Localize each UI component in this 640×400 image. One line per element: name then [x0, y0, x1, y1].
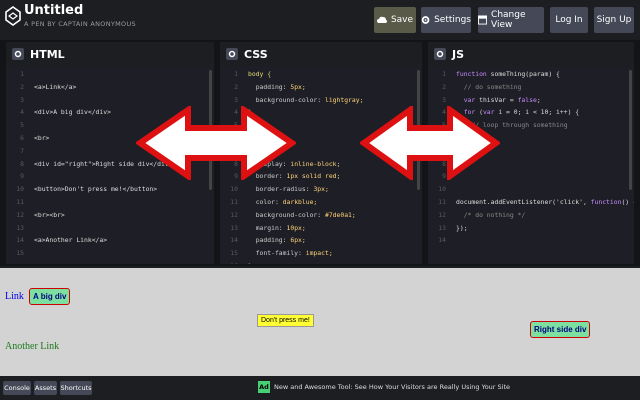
line-number: 12	[438, 210, 446, 219]
css-panel-header: CSS	[220, 42, 422, 66]
line-number: 10	[438, 185, 446, 194]
line-number: 13	[16, 223, 24, 232]
pen-author: A PEN BY CAPTAIN ANONYMOUS	[24, 20, 136, 28]
js-panel-header: JS	[428, 42, 634, 66]
code-text: border-radius: 3px;	[255, 185, 329, 194]
preview-another-link[interactable]: Another Link	[5, 341, 59, 352]
code-text: background-color: #7de0a1;	[255, 210, 356, 219]
css-panel-title: CSS	[244, 47, 268, 61]
line-number: 9	[20, 172, 24, 181]
line-number: 4	[20, 108, 24, 117]
code-text: background-color: lightgray;	[255, 95, 364, 104]
code-text: var thisVar = false;	[463, 95, 541, 104]
code-text: <br>	[34, 134, 50, 142]
line-number: 8	[20, 159, 24, 168]
line-number: 1	[234, 70, 238, 78]
gear-icon[interactable]	[434, 48, 446, 60]
code-text: function someThing(param) {	[456, 70, 560, 78]
line-number: 10	[16, 185, 24, 194]
bottom-bar: Console Assets Shortcuts Ad New and Awes…	[0, 376, 640, 400]
pen-title[interactable]: Untitled	[24, 3, 83, 18]
line-number: 11	[16, 198, 24, 206]
line-number: 1	[20, 70, 24, 78]
editor-scrollbar[interactable]	[629, 70, 632, 190]
line-number: 3	[20, 95, 24, 104]
result-preview[interactable]: Link A big div Don't press me! Right sid…	[0, 268, 640, 376]
shortcuts-button[interactable]: Shortcuts	[60, 381, 92, 395]
line-number: 2	[442, 82, 446, 91]
line-number: 3	[442, 95, 446, 104]
gear-icon[interactable]	[226, 48, 238, 60]
line-number: 5	[20, 121, 24, 130]
settings-label: Settings	[434, 15, 471, 25]
code-text: <a>Link</a>	[34, 82, 77, 91]
cloud-icon	[376, 16, 387, 23]
line-number: 3	[234, 95, 238, 104]
preview-link[interactable]: Link	[5, 291, 24, 302]
line-number: 12	[230, 210, 238, 219]
preview-dont-press-button[interactable]: Don't press me!	[257, 314, 314, 327]
code-text: /* do nothing */	[456, 210, 526, 219]
line-number: 2	[234, 82, 238, 91]
log-in-button[interactable]: Log In	[550, 7, 588, 33]
log-in-label: Log In	[555, 15, 583, 25]
code-text: }	[248, 262, 252, 264]
line-number: 14	[230, 236, 238, 245]
line-number: 14	[438, 236, 446, 245]
line-number: 15	[230, 249, 238, 258]
line-number: 10	[230, 185, 238, 194]
settings-button[interactable]: Settings	[421, 7, 471, 33]
resize-horizontal-arrow-icon	[136, 106, 296, 180]
codepen-logo-icon	[5, 6, 21, 26]
sign-up-button[interactable]: Sign Up	[594, 7, 634, 33]
line-number: 13	[230, 223, 238, 232]
line-number: 14	[16, 236, 24, 245]
preview-right-side-div: Right side div	[530, 321, 591, 338]
code-text: padding: 6px;	[255, 236, 306, 245]
line-number: 13	[438, 223, 446, 232]
code-text: <div>A big div</div>	[34, 108, 111, 117]
save-button[interactable]: Save	[374, 7, 416, 33]
line-number: 11	[230, 198, 238, 206]
resize-horizontal-arrow-icon	[360, 106, 500, 180]
code-text: font-family: impact;	[255, 249, 333, 258]
change-view-label: Change View	[491, 10, 526, 30]
assets-button[interactable]: Assets	[34, 381, 57, 395]
console-button[interactable]: Console	[3, 381, 31, 395]
change-view-button[interactable]: Change View	[478, 7, 544, 33]
line-number: 11	[438, 198, 446, 206]
line-number: 7	[20, 146, 24, 155]
top-bar: Untitled A PEN BY CAPTAIN ANONYMOUS Save…	[0, 0, 640, 40]
line-number: 16	[222, 262, 238, 264]
line-number: 2	[20, 82, 24, 91]
ad-text-link[interactable]: New and Awesome Tool: See How Your Visit…	[274, 383, 510, 391]
gear-icon[interactable]	[12, 48, 24, 60]
code-text: <button>Don't press me!</button>	[34, 185, 158, 194]
code-text: document.addEventListener('click', funct…	[456, 198, 634, 206]
editor-area: HTML 1 2 <a>Link</a> 3 4 <div>A big div</div>…	[0, 40, 640, 266]
code-text: color: darkblue;	[255, 198, 318, 206]
line-number: 1	[442, 70, 446, 78]
js-panel-title: JS	[452, 47, 465, 61]
sign-up-label: Sign Up	[596, 15, 632, 25]
save-label: Save	[390, 15, 414, 25]
code-text: margin: 10px;	[255, 223, 306, 232]
line-number: 6	[20, 134, 24, 142]
line-number: 12	[16, 210, 24, 219]
code-text: <br><br>	[34, 210, 65, 219]
gear-icon	[421, 16, 430, 24]
layout-icon	[478, 15, 488, 25]
html-panel-header: HTML	[6, 42, 214, 66]
code-text: padding: 5px;	[255, 82, 306, 91]
code-text: body {	[248, 70, 272, 78]
code-text: <a>Another Link</a>	[34, 236, 108, 245]
code-text: // do something	[456, 82, 522, 91]
code-text: });	[456, 223, 468, 232]
ad-badge: Ad	[258, 381, 270, 393]
html-panel-title: HTML	[30, 47, 65, 61]
line-number: 15	[16, 249, 24, 258]
preview-big-div: A big div	[29, 288, 71, 305]
